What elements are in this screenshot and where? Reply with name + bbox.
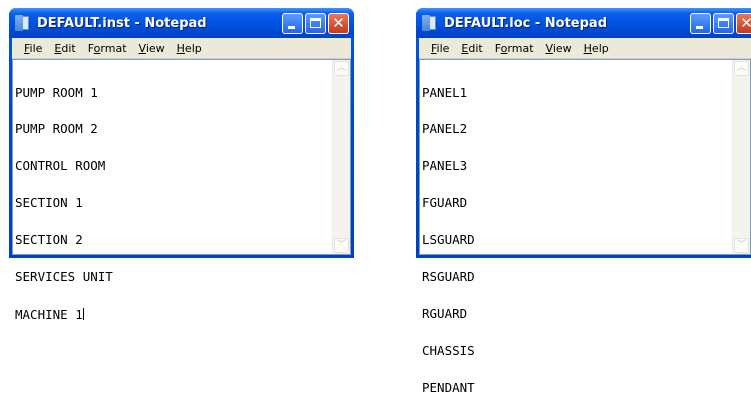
notepad-window-loc[interactable]: DEFAULT.loc - Notepad ✕ File Edit Format… [416, 8, 751, 394]
scroll-down-button[interactable]: ﹀ [334, 238, 349, 253]
text-line: SECTION 1 [15, 195, 83, 211]
menu-bar: File Edit Format View Help [12, 38, 351, 59]
window-title: DEFAULT.inst - Notepad [37, 15, 207, 31]
text-line: PANEL1 [422, 84, 468, 100]
close-button[interactable]: ✕ [736, 13, 751, 34]
close-button[interactable]: ✕ [328, 13, 349, 34]
menu-file[interactable]: File [425, 42, 455, 55]
text-line: SERVICES UNIT [15, 269, 113, 285]
scroll-down-arrow-icon: ﹀ [336, 240, 346, 250]
text-line: FGUARD [422, 195, 468, 211]
text-line: RGUARD [422, 305, 468, 321]
maximize-button[interactable] [713, 13, 734, 34]
menu-bar: File Edit Format View Help [419, 38, 751, 59]
text-line: PUMP ROOM 2 [15, 121, 98, 137]
scroll-down-arrow-icon: ﹀ [736, 240, 746, 250]
text-line: PUMP ROOM 1 [15, 84, 98, 100]
vertical-scrollbar[interactable]: ︿ ﹀ [732, 60, 750, 254]
text-line-with-caret: MACHINE 1 [15, 306, 113, 322]
scroll-down-button[interactable]: ﹀ [734, 238, 749, 253]
notepad-icon[interactable] [15, 15, 31, 31]
menu-view[interactable]: View [133, 42, 171, 55]
minimize-button[interactable] [282, 13, 303, 34]
scroll-up-button[interactable]: ︿ [734, 61, 749, 76]
maximize-icon [718, 18, 729, 28]
text-caret [82, 307, 84, 320]
editor-text[interactable]: PUMP ROOM 1 PUMP ROOM 2 CONTROL ROOM SEC… [15, 62, 113, 346]
text-line: PENDANT [422, 379, 475, 395]
menu-help[interactable]: Help [578, 42, 615, 55]
menu-format[interactable]: Format [489, 42, 540, 55]
vertical-scrollbar[interactable]: ︿ ﹀ [332, 60, 350, 254]
text-line: SECTION 2 [15, 232, 83, 248]
menu-view[interactable]: View [540, 42, 578, 55]
close-icon: ✕ [740, 14, 751, 32]
text-editor[interactable]: PANEL1 PANEL2 PANEL3 FGUARD LSGUARD RSGU… [419, 59, 751, 394]
scroll-up-button[interactable]: ︿ [334, 61, 349, 76]
menu-edit[interactable]: Edit [48, 42, 81, 55]
title-bar[interactable]: DEFAULT.inst - Notepad ✕ [9, 8, 354, 38]
notepad-icon[interactable] [422, 15, 438, 31]
menu-help[interactable]: Help [171, 42, 208, 55]
minimize-icon [696, 26, 703, 29]
window-title: DEFAULT.loc - Notepad [444, 15, 608, 31]
text-line: CONTROL ROOM [15, 158, 106, 174]
text-editor[interactable]: PUMP ROOM 1 PUMP ROOM 2 CONTROL ROOM SEC… [12, 59, 351, 321]
close-icon: ✕ [332, 14, 345, 32]
editor-text[interactable]: PANEL1 PANEL2 PANEL3 FGUARD LSGUARD RSGU… [422, 62, 475, 419]
text-line: CHASSIS [422, 342, 475, 358]
text-line: PANEL3 [422, 158, 468, 174]
menu-edit[interactable]: Edit [455, 42, 488, 55]
title-bar[interactable]: DEFAULT.loc - Notepad ✕ [416, 8, 751, 38]
maximize-button[interactable] [305, 13, 326, 34]
text-line: LSGUARD [422, 232, 475, 248]
text-line: PANEL2 [422, 121, 468, 137]
notepad-window-inst[interactable]: DEFAULT.inst - Notepad ✕ File Edit Forma… [9, 8, 354, 321]
text-line: MACHINE 1 [15, 306, 83, 322]
scroll-up-arrow-icon: ︿ [736, 63, 746, 73]
minimize-icon [288, 26, 295, 29]
menu-file[interactable]: File [18, 42, 48, 55]
minimize-button[interactable] [690, 13, 711, 34]
maximize-icon [310, 18, 321, 28]
scroll-up-arrow-icon: ︿ [336, 63, 346, 73]
text-line: RSGUARD [422, 269, 475, 285]
menu-format[interactable]: Format [82, 42, 133, 55]
